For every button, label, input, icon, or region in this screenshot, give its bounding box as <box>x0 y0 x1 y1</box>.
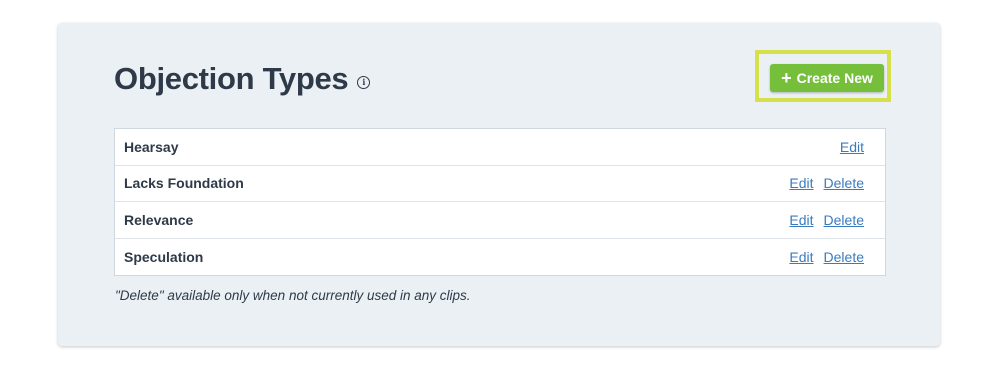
edit-link[interactable]: Edit <box>789 175 813 191</box>
table-row: Lacks Foundation Edit Delete <box>115 166 885 202</box>
row-name: Lacks Foundation <box>124 175 244 192</box>
create-new-label: Create New <box>796 70 873 86</box>
delete-link[interactable]: Delete <box>824 249 864 265</box>
row-actions: Edit Delete <box>789 175 864 191</box>
info-icon[interactable]: i <box>357 75 371 89</box>
table-row: Speculation Edit Delete <box>115 239 885 276</box>
table-row: Hearsay Edit <box>115 129 885 166</box>
table-row: Relevance Edit Delete <box>115 202 885 239</box>
row-actions: Edit Delete <box>789 249 864 265</box>
row-name: Hearsay <box>124 138 179 155</box>
delete-link[interactable]: Delete <box>824 175 864 191</box>
edit-link[interactable]: Edit <box>789 212 813 228</box>
row-actions: Edit Delete <box>789 212 864 228</box>
row-actions: Edit <box>840 139 864 155</box>
objection-types-table: Hearsay Edit Lacks Foundation Edit Delet… <box>114 128 886 276</box>
row-name: Relevance <box>124 211 194 228</box>
footnote: "Delete" available only when not current… <box>115 288 471 303</box>
row-name: Speculation <box>124 248 204 265</box>
title-row: Objection Types i <box>114 61 371 96</box>
edit-link[interactable]: Edit <box>840 139 864 155</box>
delete-link[interactable]: Delete <box>824 212 864 228</box>
objection-types-card: Objection Types i + Create New Hearsay E… <box>58 23 940 346</box>
edit-link[interactable]: Edit <box>789 249 813 265</box>
create-new-button[interactable]: + Create New <box>770 64 884 92</box>
page-title: Objection Types <box>114 61 349 96</box>
plus-icon: + <box>781 68 792 88</box>
